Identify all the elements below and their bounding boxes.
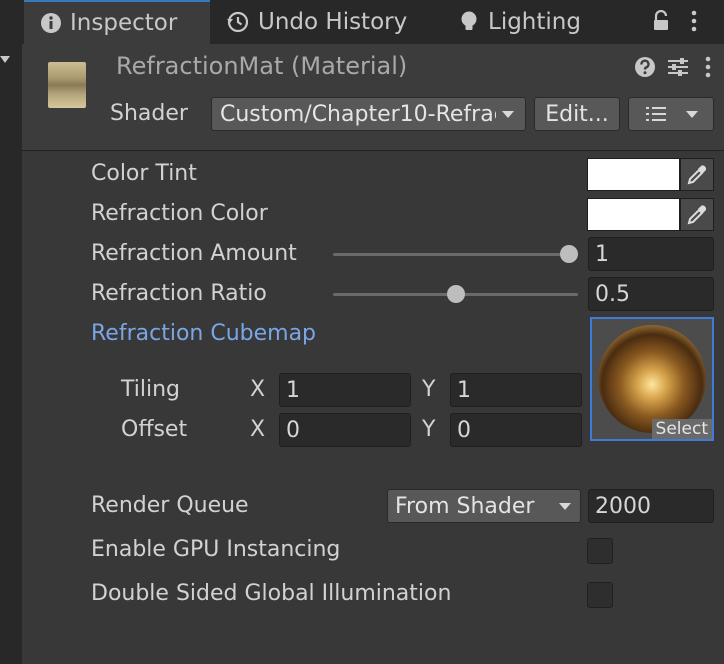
color-tint-swatch[interactable] xyxy=(587,158,680,191)
offset-x-input[interactable]: 0 xyxy=(279,413,411,447)
color-tint-picker-button[interactable] xyxy=(680,158,714,191)
refraction-ratio-label: Refraction Ratio xyxy=(91,281,267,306)
tiling-x-input[interactable]: 1 xyxy=(279,373,411,407)
tab-label: Inspector xyxy=(70,10,178,36)
refraction-ratio-input[interactable]: 0.5 xyxy=(588,277,714,311)
eyedropper-icon xyxy=(687,164,707,184)
list-icon xyxy=(646,107,666,121)
tiling-y-input[interactable]: 1 xyxy=(450,373,582,407)
tab-label: Lighting xyxy=(488,9,581,35)
offset-label: Offset xyxy=(121,417,188,442)
double-sided-gi-label: Double Sided Global Illumination xyxy=(91,581,452,606)
render-queue-input[interactable]: 2000 xyxy=(588,489,714,523)
shader-value: Custom/Chapter10-Refraction xyxy=(220,101,496,127)
left-panel-strip xyxy=(0,0,22,664)
chevron-down-icon xyxy=(502,110,514,118)
double-sided-gi-checkbox[interactable] xyxy=(587,582,613,608)
cubemap-texture-slot[interactable]: Select xyxy=(590,317,714,441)
refraction-color-picker-button[interactable] xyxy=(680,198,714,231)
tab-inspector[interactable]: Inspector xyxy=(24,0,210,44)
history-icon xyxy=(227,11,249,33)
refraction-amount-input[interactable]: 1 xyxy=(588,237,714,271)
offset-y-input[interactable]: 0 xyxy=(450,413,582,447)
shader-options-button[interactable] xyxy=(628,97,714,131)
more-vertical-icon[interactable] xyxy=(690,10,698,32)
offset-y-label[interactable]: Y xyxy=(422,417,435,442)
help-icon[interactable] xyxy=(634,56,656,78)
preset-settings-icon[interactable] xyxy=(666,55,690,79)
refraction-ratio-slider-handle[interactable] xyxy=(446,285,465,303)
offset-x-label[interactable]: X xyxy=(250,417,265,442)
cubemap-select-button[interactable]: Select xyxy=(651,419,712,439)
tiling-y-label[interactable]: Y xyxy=(422,377,435,402)
render-queue-label: Render Queue xyxy=(91,493,249,518)
info-icon xyxy=(41,13,61,33)
color-tint-label: Color Tint xyxy=(91,161,197,186)
gpu-instancing-label: Enable GPU Instancing xyxy=(91,537,341,562)
refraction-color-label: Refraction Color xyxy=(91,201,268,226)
chevron-down-icon[interactable] xyxy=(0,56,10,63)
edit-label: Edit... xyxy=(545,101,609,127)
tiling-label: Tiling xyxy=(121,377,181,402)
refraction-amount-slider-handle[interactable] xyxy=(560,245,578,263)
render-queue-dropdown[interactable]: From Shader xyxy=(387,489,581,523)
tab-label: Undo History xyxy=(258,9,408,35)
edit-shader-button[interactable]: Edit... xyxy=(534,97,620,131)
tab-lighting[interactable]: Lighting xyxy=(458,0,581,44)
tiling-x-label[interactable]: X xyxy=(250,377,265,402)
refraction-cubemap-label[interactable]: Refraction Cubemap xyxy=(91,321,316,346)
chevron-down-icon xyxy=(559,502,571,510)
lock-icon[interactable] xyxy=(652,10,670,32)
eyedropper-icon xyxy=(687,204,707,224)
refraction-amount-label: Refraction Amount xyxy=(91,241,297,266)
material-preview-thumbnail xyxy=(48,62,86,108)
render-queue-mode: From Shader xyxy=(395,493,535,519)
gpu-instancing-checkbox[interactable] xyxy=(587,538,613,564)
shader-label: Shader xyxy=(110,101,188,126)
tab-undo-history[interactable]: Undo History xyxy=(226,0,407,44)
material-title: RefractionMat (Material) xyxy=(116,52,408,80)
chevron-down-icon xyxy=(686,110,698,118)
cubemap-preview xyxy=(598,325,706,433)
shader-dropdown[interactable]: Custom/Chapter10-Refraction xyxy=(211,97,526,131)
refraction-amount-slider-track[interactable] xyxy=(333,253,578,256)
lightbulb-icon xyxy=(461,11,477,30)
refraction-color-swatch[interactable] xyxy=(587,198,680,231)
more-vertical-icon[interactable] xyxy=(704,56,712,78)
